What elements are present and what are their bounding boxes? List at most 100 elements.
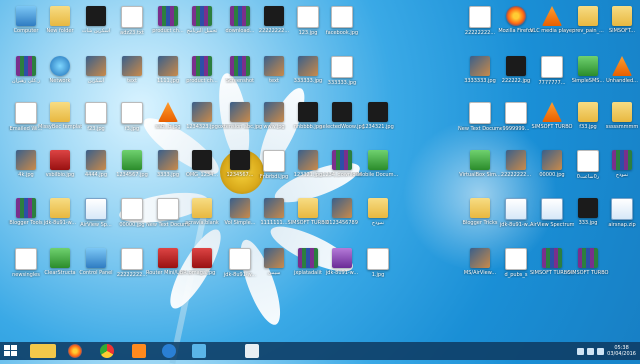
- img-icon: [158, 56, 178, 76]
- txt-icon: [15, 248, 37, 270]
- taskbar-clock[interactable]: 05:38 03/04/2016: [607, 345, 636, 357]
- clock-date: 03/04/2016: [607, 351, 636, 357]
- img-icon: [332, 198, 352, 218]
- folder-icon: [578, 102, 598, 122]
- txt-icon: [469, 6, 491, 28]
- green-icon: [50, 248, 70, 268]
- img-icon: [122, 56, 142, 76]
- photos-icon[interactable]: [192, 344, 206, 358]
- txt-icon: [15, 102, 37, 124]
- img-icon: [230, 198, 250, 218]
- desktop-icon-label: sssssmmmm: [605, 124, 639, 130]
- dark-icon: [578, 198, 598, 218]
- img-icon: [192, 102, 212, 122]
- java-icon: [541, 198, 563, 220]
- desktop-icon-label: 1234321.jpg: [362, 124, 394, 130]
- rar-icon: [230, 56, 250, 76]
- txt-icon: [297, 6, 319, 28]
- desktop-icon[interactable]: Mobile Docum...: [356, 148, 400, 196]
- dark-icon: [368, 102, 388, 122]
- desktop-icon[interactable]: Unhandled...: [600, 54, 640, 102]
- green-icon: [368, 150, 388, 170]
- img-icon: [158, 150, 178, 170]
- teamviewer-icon[interactable]: [162, 344, 176, 358]
- vlc-icon: [158, 102, 178, 122]
- folder-icon: [192, 198, 212, 218]
- volume-icon[interactable]: [597, 347, 605, 355]
- windows-start-button[interactable]: [4, 345, 18, 357]
- red-icon: [50, 150, 70, 170]
- img-icon: [230, 102, 250, 122]
- img-icon: [506, 150, 526, 170]
- img-icon: [542, 150, 562, 170]
- desktop-icon[interactable]: 333333.jpg: [320, 54, 364, 102]
- txt-icon: [263, 150, 285, 172]
- desktop-icon[interactable]: facebook.jpg: [320, 4, 364, 52]
- img-icon: [86, 150, 106, 170]
- desktop-icon[interactable]: SIMSOFT TURBO: [566, 246, 610, 294]
- desktop-icon-label: facebook.jpg: [325, 30, 359, 36]
- vlc-icon: [612, 56, 632, 76]
- desktop-icon-label: airsnap.zip: [608, 222, 636, 228]
- rar-icon: [16, 56, 36, 76]
- folder-icon: [368, 198, 388, 218]
- img-icon: [264, 56, 284, 76]
- txt-icon: [157, 198, 179, 220]
- img-icon: [264, 198, 284, 218]
- txt-icon: [469, 102, 491, 124]
- network-icon[interactable]: [587, 347, 595, 355]
- rar-icon: [612, 150, 632, 170]
- folder-icon: [50, 6, 70, 26]
- file-explorer-icon[interactable]: [30, 344, 56, 358]
- desktop-icon[interactable]: نموذج: [356, 196, 400, 244]
- java-icon: [505, 198, 527, 220]
- folder-icon: [50, 198, 70, 218]
- desktop-icon[interactable]: 1234321.jpg: [356, 100, 400, 148]
- green-icon: [122, 150, 142, 170]
- vlc-icon: [542, 102, 562, 122]
- txt-icon: [121, 6, 143, 28]
- desktop-icon-label: Mobile Docum...: [357, 172, 399, 178]
- desktop-icon[interactable]: airsnap.zip: [600, 196, 640, 244]
- txt-icon: [331, 56, 353, 78]
- pc-icon: [16, 6, 36, 26]
- rar-icon: [578, 248, 598, 268]
- img-icon: [470, 56, 490, 76]
- desktop-icon-label: نموذج: [615, 172, 629, 178]
- dark-icon: [332, 102, 352, 122]
- desktop-icon[interactable]: SIMSOFT...: [600, 4, 640, 52]
- rar-icon: [332, 150, 352, 170]
- img-icon: [264, 102, 284, 122]
- vlc-icon[interactable]: [132, 344, 146, 358]
- folder-icon: [612, 6, 632, 26]
- dark-icon: [506, 56, 526, 76]
- img-icon: [264, 248, 284, 268]
- desktop-icon[interactable]: نموذج: [600, 148, 640, 196]
- desktop-icon-label: 333333.jpg: [327, 80, 357, 86]
- folder-icon: [470, 198, 490, 218]
- img-icon: [16, 150, 36, 170]
- txt-icon: [577, 150, 599, 172]
- vlc-icon: [542, 6, 562, 26]
- rar-icon: [192, 56, 212, 76]
- img-icon: [86, 56, 106, 76]
- txt-icon: [121, 102, 143, 124]
- desktop-icon-label: SIMSOFT...: [608, 28, 636, 34]
- folder-icon: [578, 6, 598, 26]
- chrome-icon[interactable]: [100, 344, 114, 358]
- desktop-icon-label: SIMSOFT TURBO: [567, 270, 609, 276]
- desktop-icon[interactable]: sssssmmmm: [600, 100, 640, 148]
- green-icon: [578, 56, 598, 76]
- desktop-icon-label: نموذج: [371, 220, 385, 226]
- purple-icon: [332, 248, 352, 268]
- green-icon: [470, 150, 490, 170]
- txt-icon: [121, 248, 143, 270]
- paint-icon[interactable]: [245, 344, 259, 358]
- flag-icon[interactable]: [577, 347, 585, 355]
- desktop-icon[interactable]: 1.jpg: [356, 246, 400, 294]
- firefox-icon[interactable]: [68, 344, 82, 358]
- ff-icon: [506, 6, 526, 26]
- txt-icon: [121, 198, 143, 220]
- system-tray: 05:38 03/04/2016: [577, 344, 636, 358]
- dark-icon: [86, 6, 106, 26]
